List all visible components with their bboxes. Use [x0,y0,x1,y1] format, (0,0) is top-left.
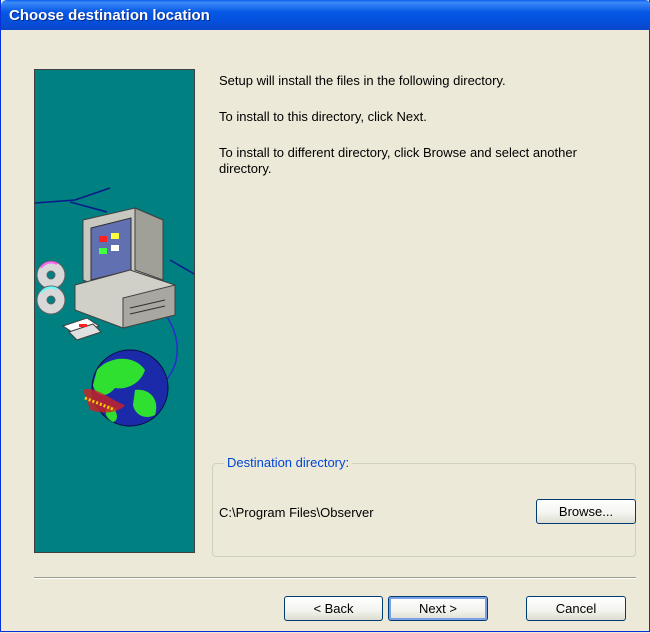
title-bar: Choose destination location [1,0,650,30]
window-title: Choose destination location [9,6,210,24]
separator [34,577,636,579]
destination-legend: Destination directory: [224,455,353,470]
setup-illustration-computer-globe-icon [35,187,194,427]
next-instruction-text: To install to this directory, click Next… [219,109,427,124]
setup-window: Choose destination location Setup will i… [0,0,650,632]
install-info-text: Setup will install the files in the foll… [219,73,506,88]
cancel-button[interactable]: Cancel [526,596,626,621]
next-button[interactable]: Next > [388,596,488,621]
browse-button[interactable]: Browse... [536,499,636,524]
back-button[interactable]: < Back [284,596,383,621]
side-illustration-panel [34,69,195,553]
browse-instruction-text: To install to different directory, click… [219,145,577,176]
destination-path: C:\Program Files\Observer [219,505,374,520]
